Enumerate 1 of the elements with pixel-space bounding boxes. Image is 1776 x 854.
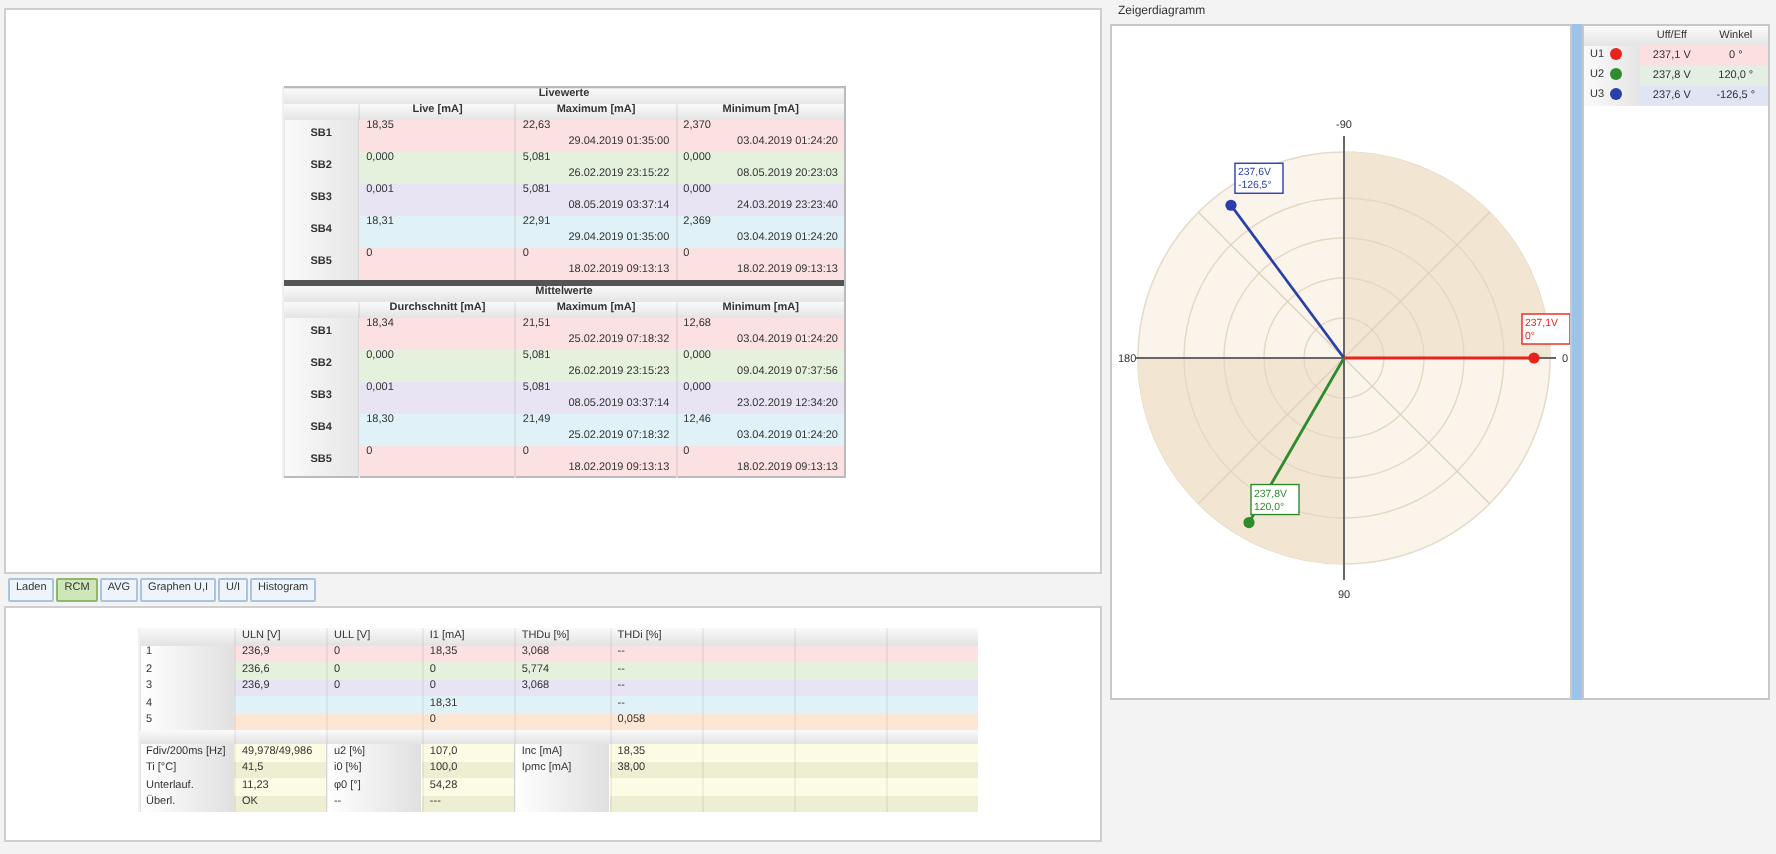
splitter-bar[interactable] <box>1572 24 1582 700</box>
